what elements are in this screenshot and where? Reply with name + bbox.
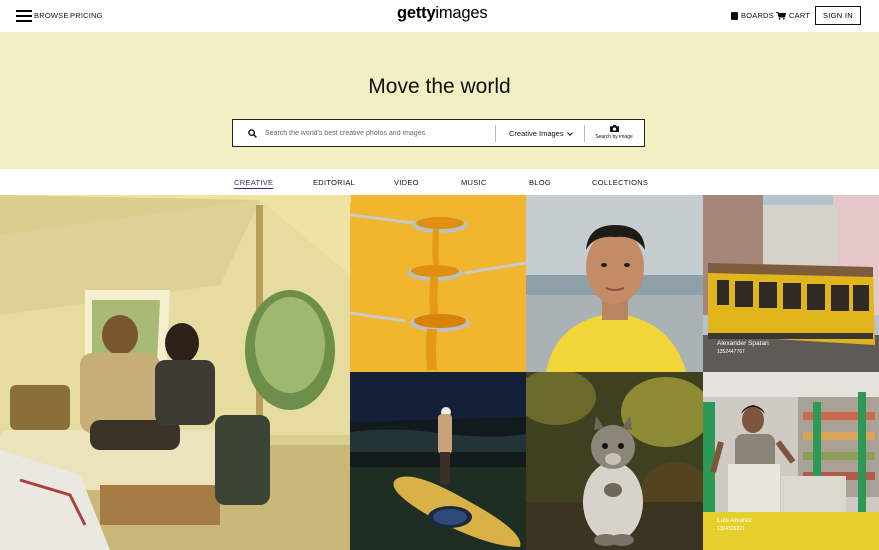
boards-link[interactable]: BOARDS [731, 11, 774, 20]
image-type-dropdown[interactable]: Creative Images [509, 129, 573, 138]
tab-collections[interactable]: COLLECTIONS [592, 178, 648, 187]
cart-icon [776, 11, 786, 20]
cart-link[interactable]: CART [776, 11, 810, 20]
honey-spoons-illustration [350, 195, 526, 372]
search-by-image-button[interactable]: Search by image [592, 125, 636, 140]
portrait-yellow-shirt-photo[interactable] [526, 195, 703, 372]
tab-creative[interactable]: CREATIVE [234, 178, 274, 189]
grocery-photo-credit: Luis Alvarez 1304326221 [717, 517, 752, 533]
search-input[interactable] [265, 124, 490, 142]
portrait-illustration [526, 195, 703, 372]
logo-bold-text: getty [397, 4, 436, 22]
search-icon[interactable] [248, 129, 257, 138]
camera-icon [609, 125, 619, 132]
sign-in-button[interactable]: SIGN IN [815, 6, 861, 25]
logo-light-text: images [435, 4, 488, 22]
tab-video[interactable]: VIDEO [394, 178, 419, 187]
search-by-image-label: Search by image [595, 134, 633, 140]
credit-id: 1304326221 [717, 526, 745, 532]
honey-spoons-photo[interactable] [350, 195, 526, 372]
search-divider [584, 125, 585, 142]
pricing-link[interactable]: PRICING [70, 11, 103, 20]
tab-music[interactable]: MUSIC [461, 178, 487, 187]
credit-id: 1352447767 [717, 349, 745, 355]
tent-couple-photo[interactable] [0, 195, 350, 550]
tram-photo[interactable]: Alexander Spatari 1352447767 [703, 195, 879, 372]
boards-icon [731, 11, 738, 20]
credit-name: Alexander Spatari [717, 340, 769, 347]
hamburger-menu-icon[interactable] [16, 10, 32, 22]
boards-label: BOARDS [741, 11, 774, 20]
squirrel-photo[interactable] [526, 372, 703, 550]
kayak-illustration [350, 372, 526, 550]
credit-name: Luis Alvarez [717, 517, 753, 524]
tab-blog[interactable]: BLOG [529, 178, 551, 187]
tram-photo-credit: Alexander Spatari 1352447767 [717, 340, 769, 356]
content-tabs: CREATIVE EDITORIAL VIDEO MUSIC BLOG COLL… [0, 169, 879, 195]
dropdown-value: Creative Images [509, 129, 564, 138]
tent-couple-illustration [0, 195, 350, 550]
browse-link[interactable]: BROWSE [34, 11, 69, 20]
getty-images-logo[interactable]: gettyimages [397, 4, 488, 23]
grocery-worker-photo[interactable]: Luis Alvarez 1304326221 [703, 372, 879, 550]
squirrel-illustration [526, 372, 703, 550]
hero-title: Move the world [368, 75, 511, 98]
search-divider [495, 125, 496, 142]
top-header: BROWSE PRICING gettyimages BOARDS CART S… [0, 0, 879, 32]
tab-editorial[interactable]: EDITORIAL [313, 178, 355, 187]
cart-label: CART [789, 11, 811, 20]
kayak-night-photo[interactable] [350, 372, 526, 550]
search-bar: Creative Images Search by image [232, 119, 645, 147]
hero-banner: Move the world Creative Images Search by… [0, 32, 879, 169]
chevron-down-icon [566, 129, 573, 136]
